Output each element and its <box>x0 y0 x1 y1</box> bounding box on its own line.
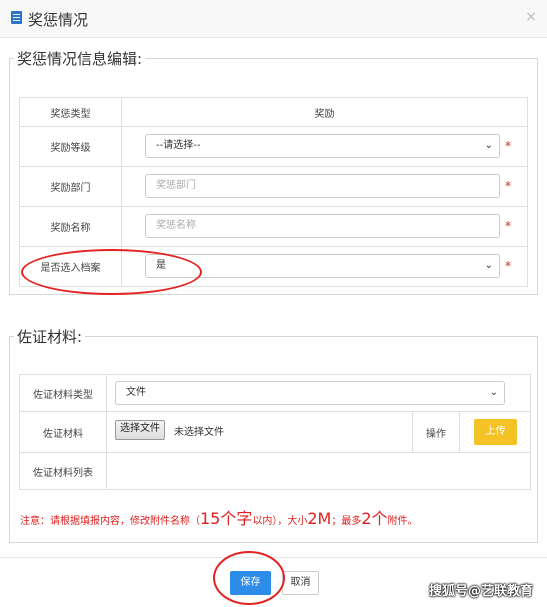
info-legend: 奖惩情况信息编辑: <box>14 48 146 69</box>
proof-list-area <box>106 452 531 490</box>
archive-label: 是否选入档案 <box>19 246 122 287</box>
required-mark: * <box>505 139 511 153</box>
save-button[interactable]: 保存 <box>230 571 271 595</box>
proof-legend: 佐证材料: <box>14 326 86 347</box>
archive-value: 是 <box>156 260 166 271</box>
dialog-title: 奖惩情况 <box>28 11 89 29</box>
choose-file-button[interactable]: 选择文件 <box>115 420 165 440</box>
close-icon[interactable]: × <box>525 9 537 25</box>
notice-highlight: 2个 <box>361 509 388 528</box>
notice-text: 注意：请根据填报内容，修改附件名称（15个字以内），大小2M；最多2个附件。 <box>20 505 418 529</box>
upload-button[interactable]: 上传 <box>474 419 517 445</box>
table-row: 佐证材料类型 文件 ⌄ <box>19 374 531 412</box>
table-row: 佐证材料 选择文件 未选择文件 操作 上传 <box>19 411 531 453</box>
table-row: 奖惩类型 奖励 <box>19 97 528 127</box>
notice-highlight: 2M <box>307 509 332 528</box>
proof-list-label: 佐证材料列表 <box>19 452 107 490</box>
cancel-button[interactable]: 取消 <box>282 571 319 595</box>
reward-type-label: 奖惩类型 <box>19 97 122 127</box>
watermark: 搜狐号@艺联教育 <box>428 584 533 599</box>
chevron-down-icon: ⌄ <box>484 260 493 271</box>
dialog-titlebar: 奖惩情况 × <box>0 0 547 38</box>
required-mark: * <box>505 179 511 193</box>
proof-type-select[interactable]: 文件 ⌄ <box>115 381 505 405</box>
required-mark: * <box>505 259 511 273</box>
required-mark: * <box>505 219 511 233</box>
reward-dept-input[interactable]: 奖惩部门 <box>145 174 500 198</box>
reward-type-value: 奖励 <box>121 97 528 127</box>
proof-table: 佐证材料类型 文件 ⌄ 佐证材料 选择文件 未选择文件 操作 上传 佐证材料列表 <box>19 374 531 490</box>
document-icon <box>11 11 22 24</box>
footer-divider <box>0 557 547 558</box>
table-row: 佐证材料列表 <box>19 452 531 490</box>
file-status: 未选择文件 <box>174 427 224 438</box>
table-row: 奖励部门 奖惩部门 * <box>19 166 528 207</box>
reward-level-select[interactable]: --请选择-- ⌄ <box>145 134 500 158</box>
archive-select[interactable]: 是 ⌄ <box>145 254 500 278</box>
reward-level-value: --请选择-- <box>156 140 201 151</box>
reward-dept-label: 奖励部门 <box>19 166 122 207</box>
proof-type-value: 文件 <box>126 387 146 398</box>
notice-part: 以内），大小 <box>252 516 308 527</box>
table-row: 是否选入档案 是 ⌄ * <box>19 246 528 287</box>
table-row: 奖励名称 奖惩名称 * <box>19 206 528 247</box>
reward-name-label: 奖励名称 <box>19 206 122 247</box>
info-table: 奖惩类型 奖励 奖励等级 --请选择-- ⌄ * 奖励部门 奖惩部门 * 奖励名… <box>19 97 528 287</box>
reward-name-input[interactable]: 奖惩名称 <box>145 214 500 238</box>
notice-highlight: 15个字 <box>200 509 253 528</box>
operation-label: 操作 <box>412 411 460 453</box>
notice-part: ；最多 <box>331 516 362 527</box>
chevron-down-icon: ⌄ <box>484 140 493 151</box>
notice-part: 附件。 <box>387 516 418 527</box>
reward-level-label: 奖励等级 <box>19 126 122 167</box>
proof-file-label: 佐证材料 <box>19 411 107 453</box>
table-row: 奖励等级 --请选择-- ⌄ * <box>19 126 528 167</box>
proof-type-label: 佐证材料类型 <box>19 374 107 412</box>
notice-part: 注意：请根据填报内容，修改附件名称（ <box>20 516 200 527</box>
chevron-down-icon: ⌄ <box>489 387 498 398</box>
